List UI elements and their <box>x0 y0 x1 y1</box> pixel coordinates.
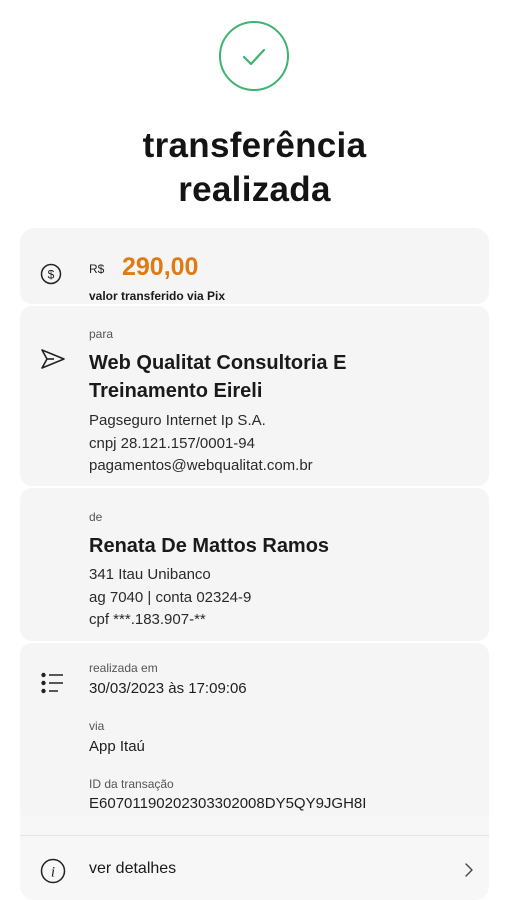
transaction-id-value: E60701190202303302008DY5QY9JGH8I <box>89 795 367 812</box>
details-link-label[interactable]: ver detalhes <box>89 860 176 878</box>
check-circle-icon <box>219 21 289 91</box>
sender-name: Renata De Mattos Ramos <box>89 535 330 557</box>
sender-bank: 341 Itau Unibanco <box>89 566 211 583</box>
recipient-pix-key: pagamentos@webqualitat.com.br <box>89 457 313 474</box>
recipient-name-line-1: Web Qualitat Consultoria E <box>89 352 347 374</box>
divider <box>20 835 489 836</box>
transaction-id-label: ID da transação <box>89 777 174 791</box>
svg-text:i: i <box>51 865 55 881</box>
details-link-row[interactable] <box>20 815 489 900</box>
recipient-institution: Pagseguro Internet Ip S.A. <box>89 412 266 429</box>
via-value: App Itaú <box>89 738 145 755</box>
dollar-circle-icon: $ <box>40 263 62 285</box>
title-line-2: realizada <box>178 170 331 209</box>
recipient-label: para <box>89 327 114 341</box>
title-line-1: transferência <box>142 126 367 165</box>
sender-account: ag 7040 | conta 02324-9 <box>89 589 252 606</box>
page-title: transferência realizada <box>0 124 509 212</box>
sender-document: cpf ***.183.907-** <box>89 611 206 628</box>
list-icon <box>41 672 63 694</box>
amount-value: 290,00 <box>122 253 199 281</box>
svg-text:$: $ <box>48 268 55 282</box>
sender-label: de <box>89 510 103 524</box>
date-value: 30/03/2023 às 17:09:06 <box>89 680 247 697</box>
transfer-receipt-screen: transferência realizada $ R$ 290,00 valo… <box>0 0 509 900</box>
chevron-right-icon[interactable] <box>464 862 474 878</box>
info-icon: i <box>40 858 66 884</box>
via-label: via <box>89 719 105 733</box>
currency-label: R$ <box>89 262 105 276</box>
recipient-document: cnpj 28.121.157/0001-94 <box>89 435 255 452</box>
send-icon <box>41 349 65 369</box>
recipient-name-line-2: Treinamento Eireli <box>89 380 263 402</box>
amount-subtitle: valor transferido via Pix <box>89 289 226 303</box>
date-label: realizada em <box>89 661 158 675</box>
